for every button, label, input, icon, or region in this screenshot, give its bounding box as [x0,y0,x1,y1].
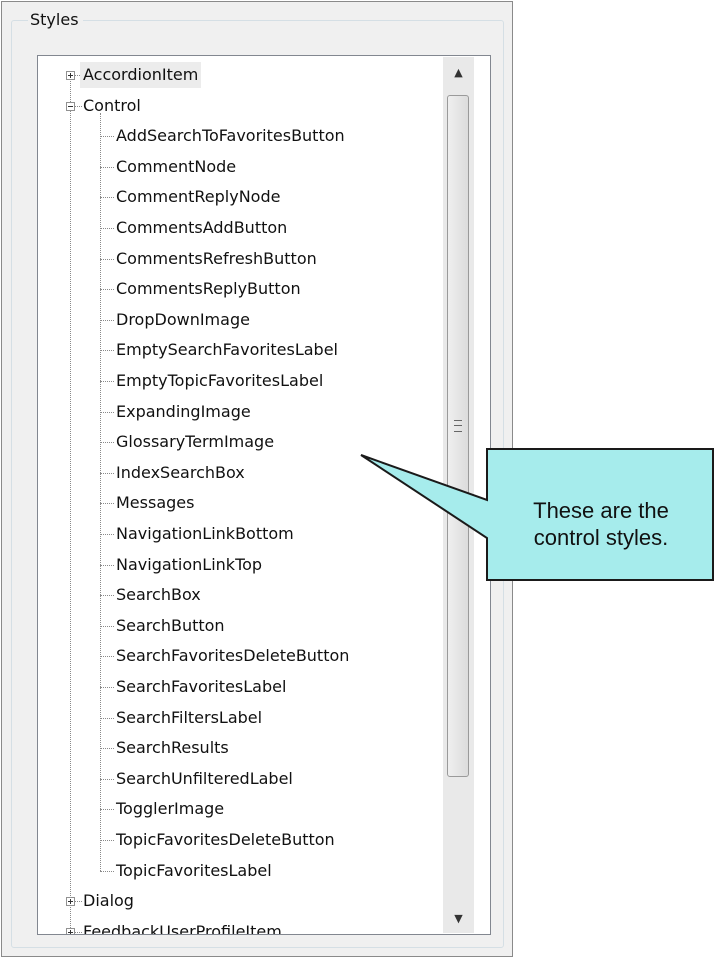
callout-text: These are the control styles. [488,497,714,575]
callout-balloon [360,448,714,581]
callout-line-1: These are the [533,498,669,523]
callout-line-2: control styles. [533,525,669,550]
